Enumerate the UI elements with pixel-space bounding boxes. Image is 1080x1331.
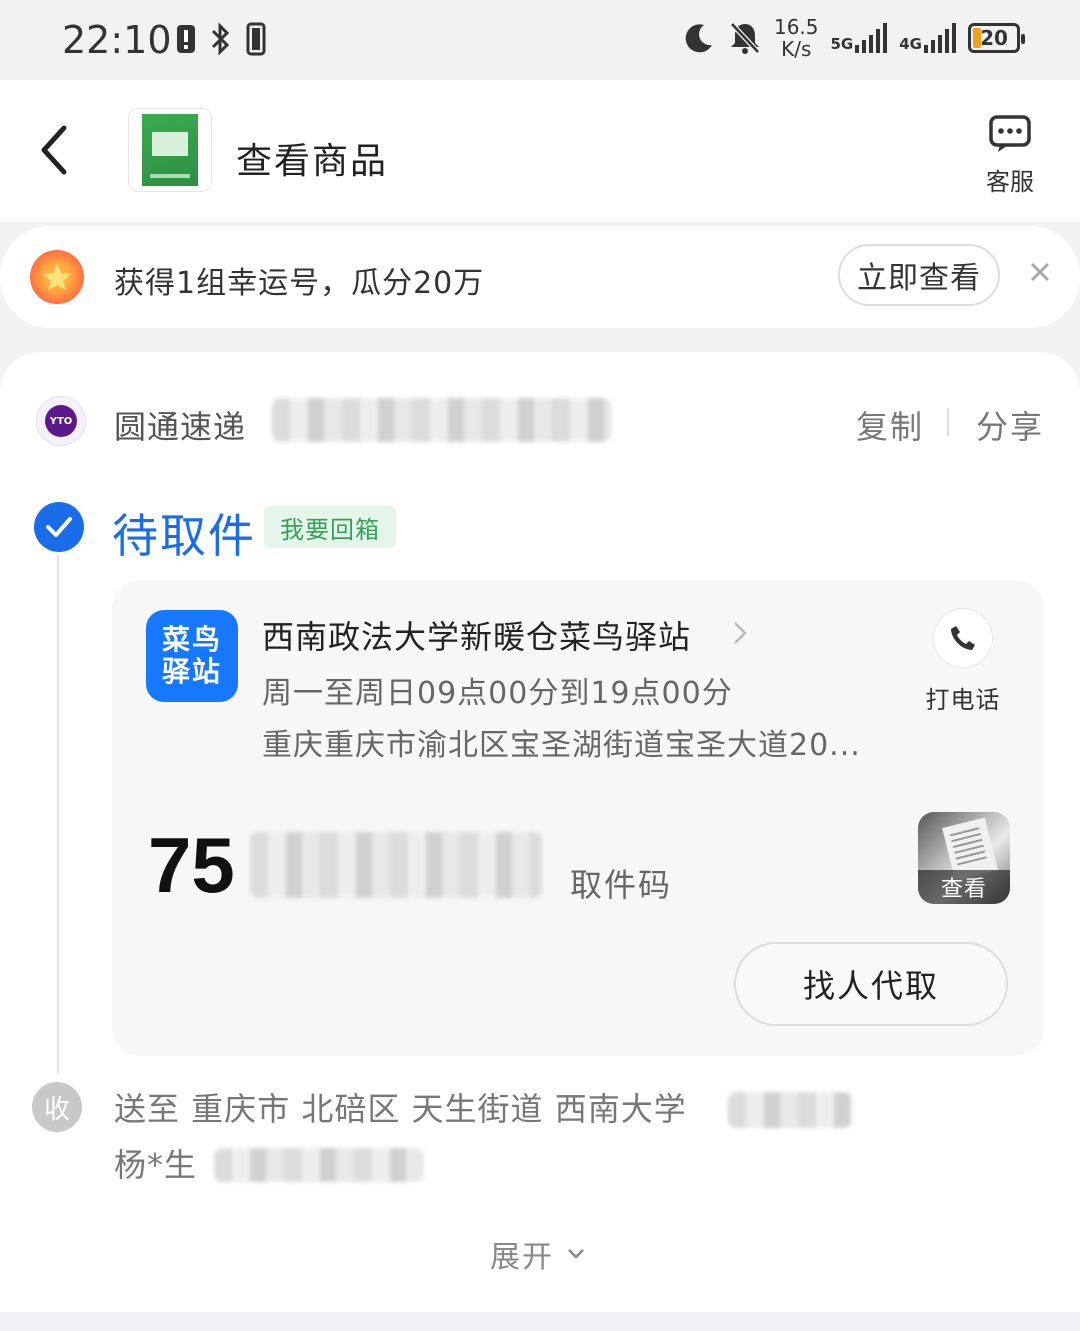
- pickup-code: 75: [148, 821, 235, 909]
- redacted-address: [728, 1092, 852, 1128]
- check-icon: [34, 502, 84, 552]
- phone-icon: [933, 608, 993, 668]
- network-speed: 16.5 K/s: [774, 16, 819, 60]
- receiver-address: 送至 重庆市 北碚区 天生街道 西南大学: [114, 1090, 687, 1128]
- cainiao-station-logo: 菜鸟 驿站: [146, 610, 238, 702]
- view-label: 查看: [918, 870, 1010, 904]
- divider: [947, 408, 949, 436]
- call-button[interactable]: 打电话: [908, 608, 1018, 715]
- chevron-down-icon: [568, 1249, 584, 1259]
- timeline-line: [57, 554, 59, 1074]
- bottom-strip: [0, 1312, 1080, 1331]
- lucky-text: 获得1组幸运号，瓜分20万: [114, 266, 485, 301]
- call-label: 打电话: [925, 686, 1001, 714]
- status-left-icons: [176, 22, 266, 56]
- receiver-name: 杨*生: [114, 1146, 198, 1184]
- status-time: 22:10: [62, 18, 172, 62]
- copy-button[interactable]: 复制: [856, 402, 924, 448]
- close-icon: [1030, 262, 1050, 282]
- back-button[interactable]: [36, 120, 86, 180]
- find-proxy-button[interactable]: 找人代取: [734, 942, 1008, 1026]
- station-name[interactable]: 西南政法大学新暖仓菜鸟驿站: [262, 612, 691, 658]
- star-icon: [30, 250, 84, 304]
- logo-line-1: 菜鸟: [161, 623, 222, 656]
- page-title[interactable]: 查看商品: [236, 132, 388, 184]
- lucky-banner: 获得1组幸运号，瓜分20万 立即查看: [0, 226, 1080, 328]
- signal-5g: 5G: [831, 23, 888, 53]
- view-now-button[interactable]: 立即查看: [838, 244, 1000, 306]
- station-address: 重庆重庆市渝北区宝圣湖街道宝圣大道20...: [262, 728, 861, 763]
- logo-line-2: 驿站: [161, 655, 222, 688]
- shipment-card: YTO 圆通速递 复制 分享 待取件 我要回箱 菜鸟 驿站 西南政法大学新暖仓菜…: [0, 352, 1080, 1312]
- mute-bell-icon: [730, 22, 760, 54]
- vibrate-icon: [246, 22, 266, 56]
- redacted-tracking-number: [272, 398, 612, 442]
- station-hours: 周一至周日09点00分到19点00分: [262, 676, 733, 711]
- customer-service-button[interactable]: 客服: [980, 114, 1040, 197]
- signal-icon: [855, 23, 888, 53]
- redacted-phone: [214, 1148, 424, 1182]
- pickup-code-label: 取件码: [570, 866, 673, 904]
- expand-label: 展开: [490, 1240, 554, 1275]
- book-cover-image: [142, 114, 198, 186]
- close-banner-button[interactable]: [1026, 258, 1054, 290]
- chat-icon: [989, 115, 1031, 152]
- battery-icon: 20: [968, 23, 1025, 53]
- view-parcel-photo-button[interactable]: 查看: [918, 812, 1010, 904]
- status-bar: 22:10 16.5 K/s 5G 4G 20: [0, 0, 1080, 80]
- carrier-logo: YTO: [36, 396, 86, 446]
- bluetooth-icon: [211, 22, 230, 56]
- net-label-5g: 5G: [830, 35, 854, 53]
- share-button[interactable]: 分享: [976, 402, 1044, 448]
- battery-level: 20: [980, 26, 1008, 50]
- signal-icon: [924, 23, 956, 53]
- header: 查看商品 客服: [0, 80, 1080, 222]
- back-arrow-icon: [41, 125, 67, 175]
- net-label-4g: 4G: [899, 35, 922, 53]
- pickup-station-box: 菜鸟 驿站 西南政法大学新暖仓菜鸟驿站 周一至周日09点00分到19点00分 重…: [112, 580, 1044, 1056]
- product-thumbnail[interactable]: [128, 108, 212, 192]
- moon-icon: [685, 24, 712, 53]
- expand-button[interactable]: 展开: [490, 1232, 586, 1276]
- receiver-badge: 收: [32, 1082, 82, 1132]
- redacted-pickup-code: [250, 832, 542, 898]
- customer-service-label: 客服: [986, 168, 1034, 196]
- chevron-right-icon[interactable]: [732, 620, 748, 650]
- shipment-status: 待取件: [112, 509, 256, 563]
- carrier-name: 圆通速递: [114, 408, 247, 446]
- speed-value: 16.5: [773, 15, 819, 39]
- status-right: 16.5 K/s 5G 4G 20: [682, 16, 1025, 60]
- alert-icon: [177, 25, 195, 53]
- signal-4g: 4G: [899, 23, 956, 53]
- speed-unit: K/s: [781, 37, 812, 61]
- return-box-tag[interactable]: 我要回箱: [264, 506, 396, 548]
